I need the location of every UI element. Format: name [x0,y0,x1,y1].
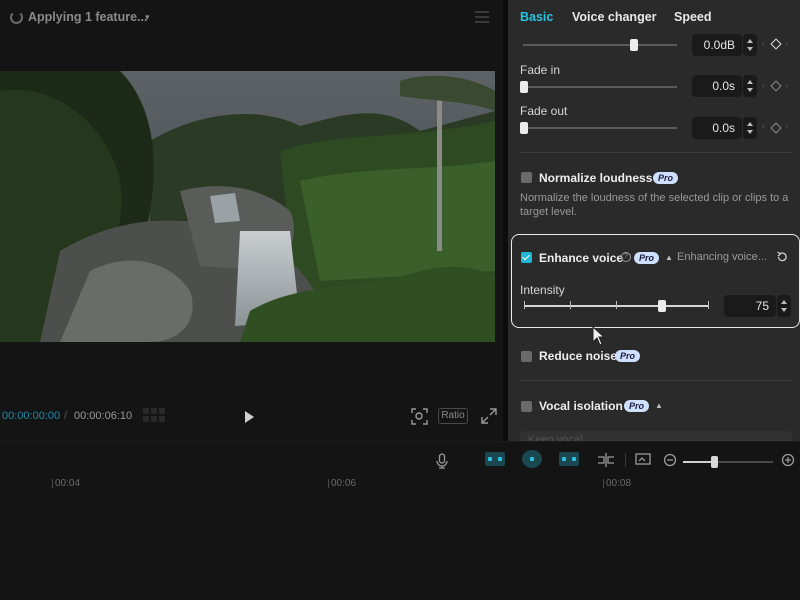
enhance-status: Enhancing voice... [677,251,767,263]
tab-bar: Basic Voice changer Speed [508,0,800,34]
volume-stepper[interactable] [743,34,757,56]
next-keyframe-icon[interactable]: › [785,121,788,131]
zoom-slider-thumb[interactable] [711,456,718,468]
vocal-isolation-title: Vocal isolation [539,399,623,413]
fade-out-stepper[interactable] [743,117,757,139]
grid-icon[interactable] [143,408,165,422]
play-icon[interactable] [241,409,257,425]
ruler-tick [52,479,53,488]
snap-icon[interactable] [559,452,579,466]
loading-spinner-icon [10,11,23,24]
pro-badge: Pro [653,172,679,184]
reduce-noise-checkbox[interactable] [521,351,532,362]
link-clips-icon[interactable] [485,452,505,466]
zoom-slider-fill [683,461,712,463]
keyframe-icon[interactable] [770,38,782,50]
tab-speed[interactable]: Speed [674,10,712,24]
keyframe-icon[interactable] [770,80,782,92]
section-divider [520,152,792,153]
mouse-cursor-icon [592,326,606,346]
chevron-down-icon[interactable]: ▾ [145,12,150,23]
menu-icon[interactable] [475,11,489,23]
slider-tick [616,301,617,309]
fade-in-slider-thumb[interactable] [520,81,528,93]
player-panel: Applying 1 feature... ▾ 00:00:00:00 / 00… [0,0,503,441]
vocal-isolation-checkbox[interactable] [521,401,532,412]
ruler-tick [328,479,329,488]
microphone-icon[interactable] [436,453,448,469]
enhance-voice-title: Enhance voice [539,251,624,265]
prev-keyframe-icon[interactable]: ‹ [762,80,765,90]
timeline-toolbar [0,441,800,475]
fade-out-slider[interactable] [523,127,677,129]
magnetic-icon[interactable] [522,450,542,468]
fit-view-icon[interactable] [411,408,428,425]
player-status-title[interactable]: Applying 1 feature... [28,10,147,24]
enhance-voice-checkbox[interactable] [521,252,532,263]
prev-keyframe-icon[interactable]: ‹ [762,121,765,131]
volume-slider[interactable] [523,44,677,46]
slider-tick [570,301,571,309]
normalize-description-line1: Normalize the loudness of the selected c… [520,192,789,204]
intensity-value[interactable]: 75 [724,295,776,317]
intensity-slider-thumb[interactable] [658,300,666,312]
prev-keyframe-icon[interactable]: ‹ [762,38,765,48]
collapse-triangle-icon[interactable]: ▲ [665,253,673,262]
preview-icon[interactable] [635,453,651,467]
ruler-label: 00:04 [55,478,81,489]
vocal-isolation-select[interactable]: Keep vocal [520,431,792,441]
info-icon[interactable]: ? [621,252,631,262]
timeline-panel: 00:04 00:06 00:08 [0,441,800,600]
pro-badge: Pro [624,400,650,412]
video-preview[interactable] [0,71,495,342]
tab-basic[interactable]: Basic [520,10,553,24]
reduce-noise-title: Reduce noise [539,349,618,363]
pro-badge: Pro [615,350,641,362]
normalize-description-line2: target level. [520,206,577,218]
fullscreen-icon[interactable] [481,408,497,424]
intensity-label: Intensity [520,283,565,297]
timecode-separator: / [64,410,68,422]
timecode-total: 00:00:06:10 [74,410,133,422]
ruler-label: 00:06 [331,478,357,489]
tab-voice-changer[interactable]: Voice changer [572,10,657,24]
pro-badge: Pro [634,252,660,264]
slider-tick [708,301,709,309]
fade-in-slider[interactable] [523,86,677,88]
section-divider [520,380,792,381]
ruler-label: 00:08 [606,478,632,489]
next-keyframe-icon[interactable]: › [785,80,788,90]
split-icon[interactable] [597,453,615,467]
collapse-triangle-icon[interactable]: ▲ [655,401,663,410]
toolbar-separator [625,453,626,467]
fade-out-slider-thumb[interactable] [520,122,528,134]
keyframe-icon[interactable] [770,122,782,134]
next-keyframe-icon[interactable]: › [785,38,788,48]
fade-out-label: Fade out [520,104,568,118]
normalize-description: Normalize the loudness of the selected c… [520,191,800,219]
normalize-loudness-title: Normalize loudness [539,171,653,185]
intensity-stepper[interactable] [777,295,791,317]
waterfall-frame [0,71,495,342]
fade-out-value[interactable]: 0.0s [692,117,742,139]
ruler-tick [603,479,604,488]
app-window: Applying 1 feature... ▾ 00:00:00:00 / 00… [0,0,800,600]
timeline-ruler[interactable]: 00:04 00:06 00:08 [0,475,800,489]
audio-properties-panel: Basic Voice changer Speed 0.0dB ‹ › Fade… [508,0,800,441]
normalize-loudness-checkbox[interactable] [521,172,532,183]
timecode-current: 00:00:00:00 [2,410,61,422]
slider-tick [524,301,525,309]
volume-value[interactable]: 0.0dB [692,34,742,56]
zoom-in-icon[interactable] [781,453,795,467]
volume-slider-thumb[interactable] [630,39,638,51]
fade-in-label: Fade in [520,63,561,77]
zoom-out-icon[interactable] [663,453,677,467]
zoom-slider[interactable] [683,461,773,463]
reset-icon[interactable] [776,251,788,263]
fade-in-stepper[interactable] [743,75,757,97]
fade-in-value[interactable]: 0.0s [692,75,742,97]
ratio-button[interactable]: Ratio [438,408,468,424]
player-header: Applying 1 feature... ▾ [0,0,503,36]
